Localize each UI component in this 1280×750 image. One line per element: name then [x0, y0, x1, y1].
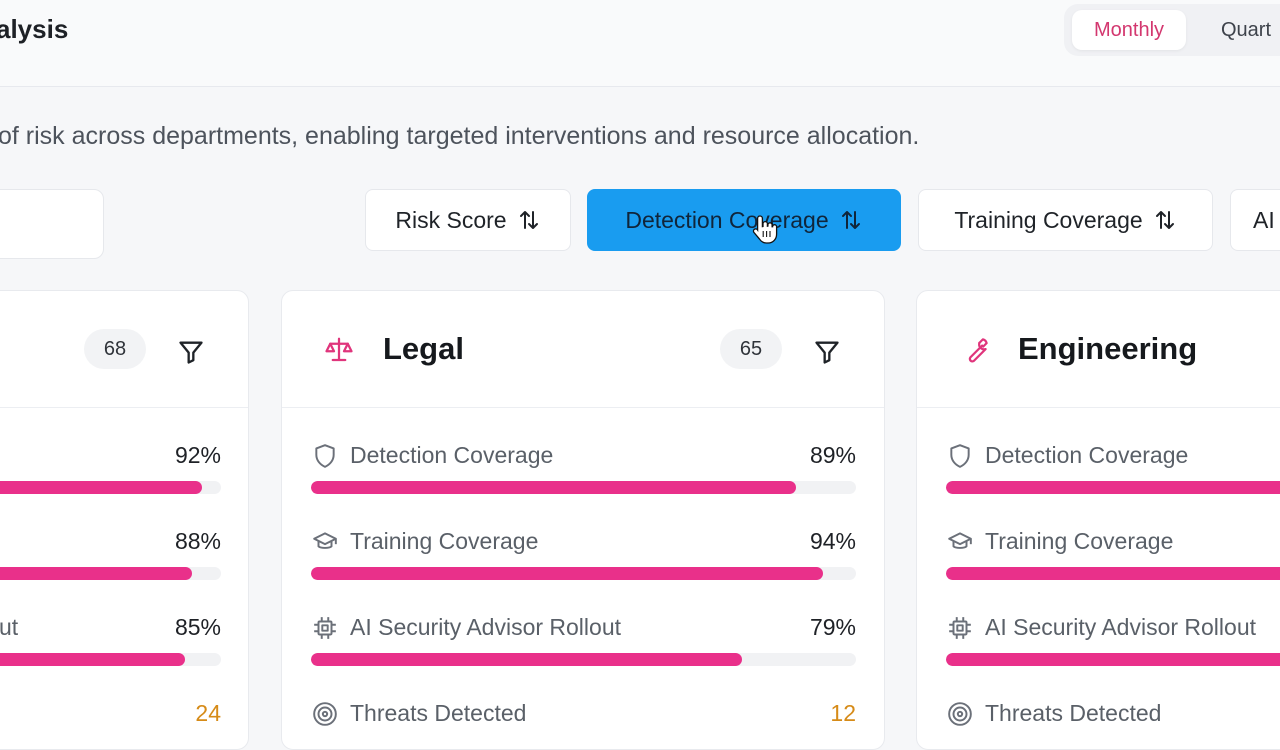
- metric-value: 92%: [174, 442, 221, 468]
- progress-bar: [0, 653, 221, 666]
- wrench-icon: [968, 338, 988, 363]
- card-header: Engineering: [917, 291, 1280, 408]
- sort-arrows-icon: [517, 208, 541, 232]
- progress-fill: [311, 567, 824, 580]
- target-icon: [313, 702, 337, 726]
- sort-risk-score-button[interactable]: Risk Score: [365, 189, 571, 251]
- progress-bar: [311, 567, 856, 580]
- scale-icon: [325, 337, 353, 362]
- filter-icon[interactable]: [812, 338, 842, 366]
- graduation-cap-icon: [948, 532, 972, 549]
- progress-fill: [0, 481, 202, 494]
- card-header: Legal 65: [282, 291, 884, 408]
- progress-bar: [0, 567, 221, 580]
- metric-label: Threats Detected: [985, 700, 1162, 726]
- department-card: 68 92% 88% ut 85% 24: [0, 290, 249, 750]
- metric-label: AI Security Advisor Rollout: [350, 614, 622, 640]
- period-monthly-button[interactable]: Monthly: [1072, 10, 1187, 50]
- sort-ai-rollout-label: AI: [1253, 206, 1275, 233]
- hand-cursor-icon: [752, 215, 778, 244]
- progress-bar: [311, 653, 856, 666]
- sort-training-coverage-button[interactable]: Training Coverage: [918, 189, 1213, 251]
- metric-value: 94%: [809, 528, 856, 554]
- progress-fill: [311, 481, 797, 494]
- graduation-cap-icon: [313, 532, 337, 549]
- cpu-icon: [314, 617, 336, 639]
- shield-icon: [950, 444, 970, 468]
- progress-bar: [946, 653, 1280, 666]
- department-name: Engineering: [1018, 331, 1198, 366]
- period-quarterly-button[interactable]: Quart: [1221, 10, 1271, 50]
- department-name: Legal: [383, 331, 464, 366]
- progress-bar: [946, 567, 1280, 580]
- threats-count: 12: [830, 700, 856, 726]
- search-input[interactable]: [0, 189, 104, 259]
- page-description: of risk across departments, enabling tar…: [0, 122, 920, 150]
- score-badge: 68: [84, 329, 146, 369]
- sort-arrows-icon: [1153, 208, 1177, 232]
- sort-detection-coverage-label: Detection Coverage: [625, 206, 829, 233]
- score-badge: 65: [720, 329, 782, 369]
- filter-icon[interactable]: [176, 338, 206, 366]
- sort-risk-score-label: Risk Score: [395, 206, 507, 233]
- shield-icon: [315, 444, 335, 468]
- metric-label: Training Coverage: [350, 528, 539, 554]
- progress-fill: [946, 567, 1280, 580]
- progress-bar: [946, 481, 1280, 494]
- metric-label: Detection Coverage: [350, 442, 554, 468]
- metric-value: 85%: [174, 614, 221, 640]
- metric-label: Training Coverage: [985, 528, 1174, 554]
- page-title: alysis: [0, 14, 69, 44]
- metric-label: Detection Coverage: [985, 442, 1189, 468]
- metric-label: ut: [0, 614, 19, 640]
- card-header: 68: [0, 291, 248, 408]
- page-header: alysis Monthly Quart: [0, 0, 1280, 87]
- target-icon: [948, 702, 972, 726]
- metric-value: 88%: [174, 528, 221, 554]
- metric-value: 79%: [809, 614, 856, 640]
- progress-fill: [0, 653, 185, 666]
- threats-count: 24: [195, 700, 221, 726]
- progress-fill: [946, 481, 1280, 494]
- department-card-legal: Legal 65 Detection Coverage 89% Training…: [281, 290, 885, 750]
- sort-ai-rollout-button[interactable]: AI: [1230, 189, 1280, 251]
- progress-fill: [0, 567, 193, 580]
- progress-fill: [311, 653, 742, 666]
- metric-label: AI Security Advisor Rollout: [985, 614, 1257, 640]
- sort-training-coverage-label: Training Coverage: [954, 206, 1143, 233]
- progress-bar: [0, 481, 221, 494]
- period-toggle: Monthly Quart: [1064, 4, 1280, 56]
- cpu-icon: [949, 617, 971, 639]
- progress-fill: [946, 653, 1280, 666]
- sort-detection-coverage-button[interactable]: Detection Coverage: [587, 189, 901, 251]
- progress-bar: [311, 481, 856, 494]
- metric-label: Threats Detected: [350, 700, 527, 726]
- metric-value: 89%: [809, 442, 856, 468]
- department-card-engineering: Engineering Detection Coverage Training …: [916, 290, 1280, 750]
- sort-arrows-icon: [839, 208, 863, 232]
